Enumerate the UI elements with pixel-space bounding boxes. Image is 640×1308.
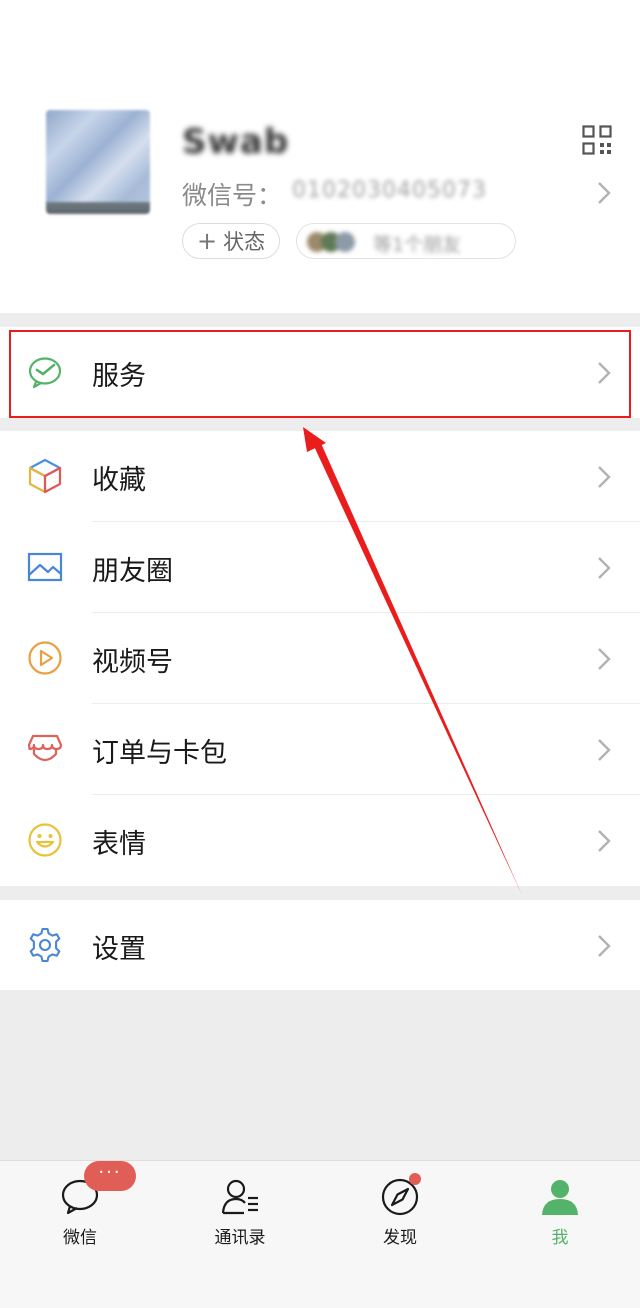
menu-item-moments[interactable]: 朋友圈 bbox=[0, 522, 640, 613]
shop-awning-icon bbox=[27, 734, 63, 762]
friends-status-text: 等1个朋友 bbox=[373, 234, 462, 256]
cube-icon bbox=[28, 458, 62, 494]
menu-item-label: 收藏 bbox=[92, 465, 146, 496]
discover-dot-badge bbox=[409, 1173, 421, 1185]
gear-icon bbox=[29, 927, 61, 963]
menu-item-orders-cards[interactable]: 订单与卡包 bbox=[0, 704, 640, 795]
menu-item-label: 朋友圈 bbox=[92, 556, 173, 587]
contacts-icon bbox=[221, 1179, 258, 1215]
tab-me[interactable]: 我 bbox=[480, 1161, 640, 1271]
menu-item-stickers[interactable]: 表情 bbox=[0, 795, 640, 886]
person-icon bbox=[542, 1180, 578, 1215]
image-icon bbox=[27, 552, 63, 582]
highlight-box bbox=[9, 330, 631, 418]
settings-section: 设置 bbox=[0, 900, 640, 990]
wechat-id-value: 0102030405073 bbox=[292, 178, 487, 203]
play-circle-icon bbox=[28, 641, 62, 675]
tab-label: 发现 bbox=[383, 1228, 417, 1248]
chevron-right-icon bbox=[598, 557, 611, 579]
chevron-right-icon bbox=[598, 935, 611, 957]
avatar[interactable] bbox=[46, 110, 150, 214]
menu-item-favorites[interactable]: 收藏 bbox=[0, 431, 640, 522]
menu-item-label: 视频号 bbox=[92, 647, 173, 678]
status-label: 状态 bbox=[223, 230, 266, 254]
tab-label: 通讯录 bbox=[214, 1228, 266, 1248]
chevron-right-icon bbox=[598, 182, 611, 204]
chevron-right-icon bbox=[598, 466, 611, 488]
tab-discover[interactable]: 发现 bbox=[320, 1161, 480, 1271]
chevron-right-icon bbox=[598, 739, 611, 761]
menu-item-label: 表情 bbox=[92, 829, 146, 860]
tab-chats[interactable]: 微信 bbox=[0, 1161, 160, 1271]
menu-item-channels[interactable]: 视频号 bbox=[0, 613, 640, 704]
tab-contacts[interactable]: 通讯录 bbox=[160, 1161, 320, 1271]
smile-icon bbox=[28, 823, 62, 857]
friends-avatars bbox=[307, 232, 367, 252]
plus-icon: + bbox=[197, 227, 218, 255]
profile-header[interactable]: Swab 微信号： 0102030405073 + 状态 等1个朋友 bbox=[0, 0, 640, 313]
qr-code-icon[interactable] bbox=[582, 125, 612, 155]
tab-label: 我 bbox=[551, 1228, 569, 1248]
chevron-right-icon bbox=[598, 648, 611, 670]
wechat-id-label: 微信号： bbox=[182, 181, 283, 210]
chevron-right-icon bbox=[598, 830, 611, 852]
main-menu-section: 收藏 朋友圈 视频号 订单与卡包 表情 bbox=[0, 431, 640, 886]
chats-unread-badge: ··· bbox=[84, 1161, 136, 1191]
friends-status-pill[interactable]: 等1个朋友 bbox=[296, 223, 516, 259]
menu-item-settings[interactable]: 设置 bbox=[0, 900, 640, 991]
tab-label: 微信 bbox=[63, 1228, 97, 1248]
menu-item-label: 设置 bbox=[92, 934, 146, 965]
nickname: Swab bbox=[182, 122, 290, 162]
add-status-button[interactable]: + 状态 bbox=[182, 223, 281, 259]
menu-item-label: 订单与卡包 bbox=[92, 738, 227, 769]
